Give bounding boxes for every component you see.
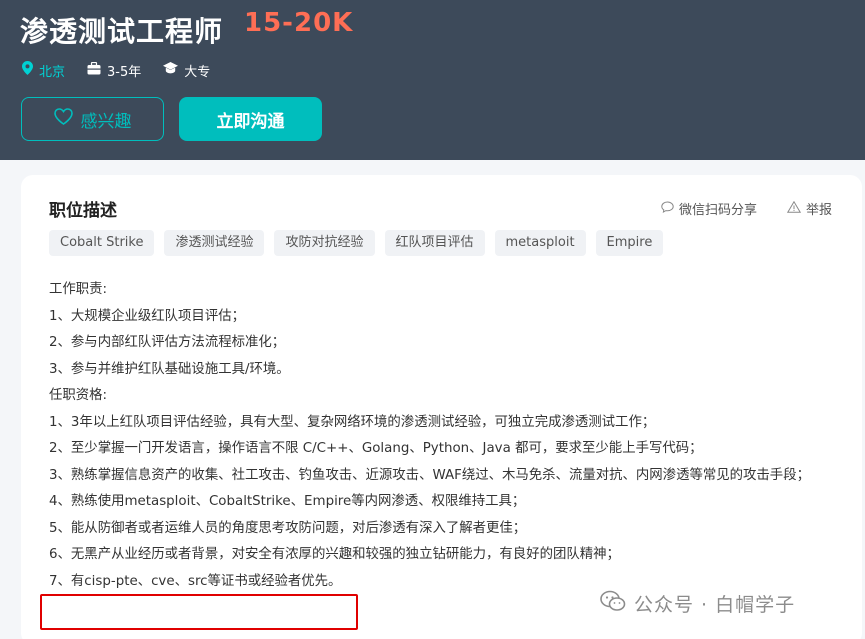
share-label: 微信扫码分享 (679, 203, 758, 218)
section-title: 职位描述 (49, 201, 117, 221)
description-line: 1、大规模企业级红队项目评估； (49, 308, 245, 324)
description-line: 工作职责: (49, 282, 108, 297)
interest-label: 感兴趣 (80, 111, 132, 132)
watermark-text: 公众号 · 白帽学子 (634, 594, 796, 616)
job-header: 渗透测试工程师 15-20K 北京 3-5年 大专 感兴趣 立即沟通 (0, 0, 865, 160)
education-info: 大专 (163, 61, 210, 80)
skill-tag: metasploit (494, 230, 586, 256)
warning-icon (786, 200, 806, 217)
location-pin-icon (22, 61, 39, 79)
description-line: 1、3年以上红队项目评估经验，具有大型、复杂网络环境的渗透测试经验，可独立完成渗… (49, 414, 656, 430)
briefcase-icon (87, 61, 107, 79)
job-description-card: 职位描述 微信扫码分享 举报 Cobalt Strike 渗透测试经验 攻防对抗… (21, 175, 862, 639)
description-line: 6、无黑产从业经历或者背景，对安全有浓厚的兴趣和较强的独立钻研能力，有良好的团队… (49, 547, 620, 562)
description-line: 3、参与并维护红队基础设施工具/环境。 (49, 361, 290, 377)
description-line: 2、至少掌握一门开发语言，操作语言不限 C/C++、Golang、Python、… (49, 441, 703, 456)
heart-icon (53, 108, 81, 130)
chat-now-button[interactable]: 立即沟通 (179, 97, 322, 141)
report-label: 举报 (806, 203, 833, 218)
salary: 15-20K (244, 8, 354, 38)
experience-info: 3-5年 (87, 61, 141, 80)
skill-tag: 渗透测试经验 (164, 230, 265, 256)
graduation-cap-icon (163, 62, 184, 78)
education: 大专 (184, 64, 211, 80)
wechat-share-link[interactable]: 微信扫码分享 (661, 199, 757, 218)
job-description-text: 工作职责: 1、大规模企业级红队项目评估； 2、参与内部红队评估方法流程标准化；… (49, 277, 841, 595)
description-line: 4、熟练使用metasploit、CobaltStrike、Empire等内网渗… (49, 494, 526, 509)
skill-tag: 攻防对抗经验 (274, 230, 375, 256)
description-line: 2、参与内部红队评估方法流程标准化； (49, 335, 286, 350)
job-title: 渗透测试工程师 (20, 15, 224, 48)
description-line: 3、熟练掌握信息资产的收集、社工攻击、钓鱼攻击、近源攻击、WAF绕过、木马免杀、… (49, 467, 810, 483)
chat-bubble-icon (661, 200, 679, 217)
highlight-annotation-box (40, 594, 358, 630)
experience: 3-5年 (107, 64, 142, 80)
watermark: 公众号 · 白帽学子 (600, 590, 795, 617)
report-link[interactable]: 举报 (786, 199, 833, 218)
skill-tags: Cobalt Strike 渗透测试经验 攻防对抗经验 红队项目评估 metas… (49, 230, 664, 256)
description-line: 任职资格: (49, 388, 108, 403)
wechat-logo-icon (600, 590, 634, 617)
city: 北京 (39, 64, 66, 80)
city-info: 北京 (22, 61, 65, 80)
job-meta: 北京 3-5年 大专 (22, 60, 232, 80)
skill-tag: Cobalt Strike (49, 230, 155, 256)
skill-tag: Empire (595, 230, 664, 256)
chat-now-label: 立即沟通 (216, 111, 285, 132)
skill-tag: 红队项目评估 (384, 230, 485, 256)
description-line: 5、能从防御者或者运维人员的角度思考攻防问题，对后渗透有深入了解者更佳； (49, 520, 527, 536)
interest-button[interactable]: 感兴趣 (21, 97, 164, 141)
